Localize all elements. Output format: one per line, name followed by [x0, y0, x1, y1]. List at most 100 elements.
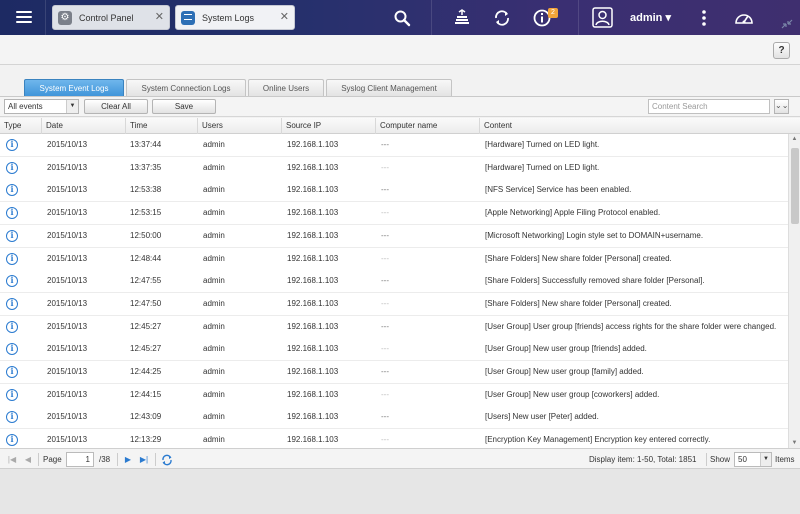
cell-user: admin: [203, 140, 225, 149]
save-button[interactable]: Save: [152, 99, 216, 114]
log-icon: [181, 11, 195, 25]
info-icon: i: [6, 388, 18, 401]
table-row[interactable]: i 2015/10/13 12:47:50 admin 192.168.1.103 ---…: [0, 292, 788, 316]
cell-date: 2015/10/13: [47, 276, 88, 286]
info-icon: i: [6, 229, 18, 242]
user-menu[interactable]: admin ▾: [630, 11, 671, 24]
cell-date: 2015/10/13: [47, 435, 88, 445]
table-row[interactable]: i 2015/10/13 12:43:09 admin 192.168.1.103 ---…: [0, 406, 788, 430]
table-row[interactable]: i 2015/10/13 12:50:00 admin 192.168.1.103 ---…: [0, 224, 788, 248]
display-info: Display item: 1-50, Total: 1851: [589, 455, 697, 464]
tab-online-users[interactable]: Online Users: [248, 79, 324, 97]
table-row[interactable]: i 2015/10/13 13:37:35 admin 192.168.1.103 ---…: [0, 156, 788, 180]
cell-time: 12:45:27: [130, 321, 162, 331]
cell-source-ip: 192.168.1.103: [287, 230, 339, 240]
event-filter-value: All events: [8, 102, 43, 111]
scroll-down-icon[interactable]: ▼: [789, 438, 800, 448]
cell-date: 2015/10/13: [47, 344, 88, 354]
tab-system-logs[interactable]: System Logs ✕: [175, 5, 295, 30]
refresh-icon[interactable]: [161, 453, 173, 466]
column-header-computer-name[interactable]: Computer name: [376, 118, 480, 134]
stack-icon[interactable]: [453, 9, 471, 27]
info-icon: i: [6, 139, 18, 151]
cell-time: 12:44:25: [130, 367, 162, 376]
next-page-icon[interactable]: ▶: [122, 453, 134, 466]
tab-system-event-logs[interactable]: System Event Logs: [24, 79, 124, 97]
vertical-scrollbar[interactable]: ▲ ▼: [788, 134, 800, 448]
collapse-icon[interactable]: [780, 18, 794, 30]
pagination-bar: |◀ ◀ Page 1 /38 ▶ ▶| Display item: 1-50,…: [0, 448, 800, 469]
cell-content: [Share Folders] Successfully removed sha…: [485, 276, 705, 286]
cell-time: 12:53:38: [130, 185, 162, 195]
column-header-type[interactable]: Type: [0, 118, 42, 134]
cell-computer-name: ---: [381, 140, 389, 149]
cell-source-ip: 192.168.1.103: [287, 367, 339, 376]
table-row[interactable]: i 2015/10/13 12:53:38 admin 192.168.1.103 ---…: [0, 179, 788, 203]
items-per-page-value: 50: [738, 455, 747, 464]
cell-content: [Microsoft Networking] Login style set t…: [485, 230, 704, 240]
info-icon: i: [6, 297, 18, 310]
items-per-page-select[interactable]: 50 ▼: [734, 452, 772, 467]
close-icon[interactable]: ✕: [155, 12, 164, 23]
cell-content: [Hardware] Turned on LED light.: [485, 162, 600, 172]
cell-time: 12:48:44: [130, 253, 162, 263]
table-row[interactable]: i 2015/10/13 12:53:15 admin 192.168.1.103 ---…: [0, 202, 788, 226]
info-icon: i: [6, 252, 18, 265]
info-icon: i: [6, 366, 18, 378]
dashboard-icon[interactable]: [734, 9, 754, 27]
column-header-source-ip[interactable]: Source IP: [282, 118, 376, 134]
cell-date: 2015/10/13: [47, 367, 88, 376]
scrollbar-thumb[interactable]: [791, 148, 799, 224]
table-row[interactable]: i 2015/10/13 12:48:44 admin 192.168.1.103 ---…: [0, 247, 788, 271]
cell-user: admin: [203, 321, 225, 331]
cell-date: 2015/10/13: [47, 298, 88, 308]
cell-time: 13:37:35: [130, 162, 162, 172]
table-row[interactable]: i 2015/10/13 12:44:25 admin 192.168.1.103 ---…: [0, 361, 788, 384]
cell-source-ip: 192.168.1.103: [287, 412, 339, 422]
scroll-up-icon[interactable]: ▲: [789, 134, 800, 144]
close-icon[interactable]: ✕: [280, 12, 289, 23]
double-chevron-down-icon[interactable]: ⌄⌄: [774, 99, 789, 114]
cell-user: admin: [203, 298, 225, 308]
column-header-users[interactable]: Users: [198, 118, 282, 134]
window-titlebar: ?: [0, 35, 800, 65]
tab-syslog-client-management[interactable]: Syslog Client Management: [326, 79, 452, 97]
clear-all-button[interactable]: Clear All: [84, 99, 148, 114]
cell-content: [Share Folders] New share folder [Person…: [485, 253, 672, 263]
cell-content: [Share Folders] New share folder [Person…: [485, 298, 672, 308]
last-page-icon[interactable]: ▶|: [138, 453, 150, 466]
event-log-table: Type Date Time Users Source IP Computer …: [0, 118, 800, 448]
table-row[interactable]: i 2015/10/13 13:37:44 admin 192.168.1.103 ---…: [0, 134, 788, 157]
cell-user: admin: [203, 208, 225, 218]
event-filter-select[interactable]: All events ▼: [4, 99, 79, 114]
content-search-input[interactable]: Content Search: [648, 99, 770, 114]
cell-computer-name: ---: [381, 412, 389, 422]
kebab-icon[interactable]: [695, 9, 713, 27]
table-row[interactable]: i 2015/10/13 12:45:27 admin 192.168.1.103 ---…: [0, 338, 788, 362]
table-row[interactable]: i 2015/10/13 12:13:29 admin 192.168.1.103 ---…: [0, 429, 788, 448]
cell-date: 2015/10/13: [47, 185, 88, 195]
cell-user: admin: [203, 389, 225, 399]
cell-time: 12:50:00: [130, 230, 162, 240]
column-header-date[interactable]: Date: [42, 118, 126, 134]
sync-icon[interactable]: [493, 9, 511, 27]
column-header-content[interactable]: Content: [480, 118, 788, 134]
prev-page-icon[interactable]: ◀: [22, 453, 34, 466]
search-icon[interactable]: [393, 9, 411, 27]
page-number-input[interactable]: 1: [66, 452, 94, 467]
help-button[interactable]: ?: [773, 42, 790, 59]
first-page-icon[interactable]: |◀: [6, 453, 18, 466]
info-icon: i: [6, 320, 18, 333]
show-label: Show: [710, 455, 731, 464]
table-row[interactable]: i 2015/10/13 12:44:15 admin 192.168.1.103 ---…: [0, 383, 788, 407]
top-bar: ⚙ Control Panel ✕ System Logs ✕ 2 admin …: [0, 0, 800, 35]
user-icon[interactable]: [592, 7, 613, 28]
cell-source-ip: 192.168.1.103: [287, 208, 339, 218]
column-header-time[interactable]: Time: [126, 118, 198, 134]
tab-system-connection-logs[interactable]: System Connection Logs: [126, 79, 246, 97]
table-row[interactable]: i 2015/10/13 12:47:55 admin 192.168.1.103 ---…: [0, 270, 788, 294]
tab-control-panel[interactable]: ⚙ Control Panel ✕: [52, 5, 170, 30]
cell-computer-name: ---: [381, 321, 389, 331]
menu-icon[interactable]: [15, 8, 33, 26]
table-row[interactable]: i 2015/10/13 12:45:27 admin 192.168.1.103 ---…: [0, 315, 788, 339]
